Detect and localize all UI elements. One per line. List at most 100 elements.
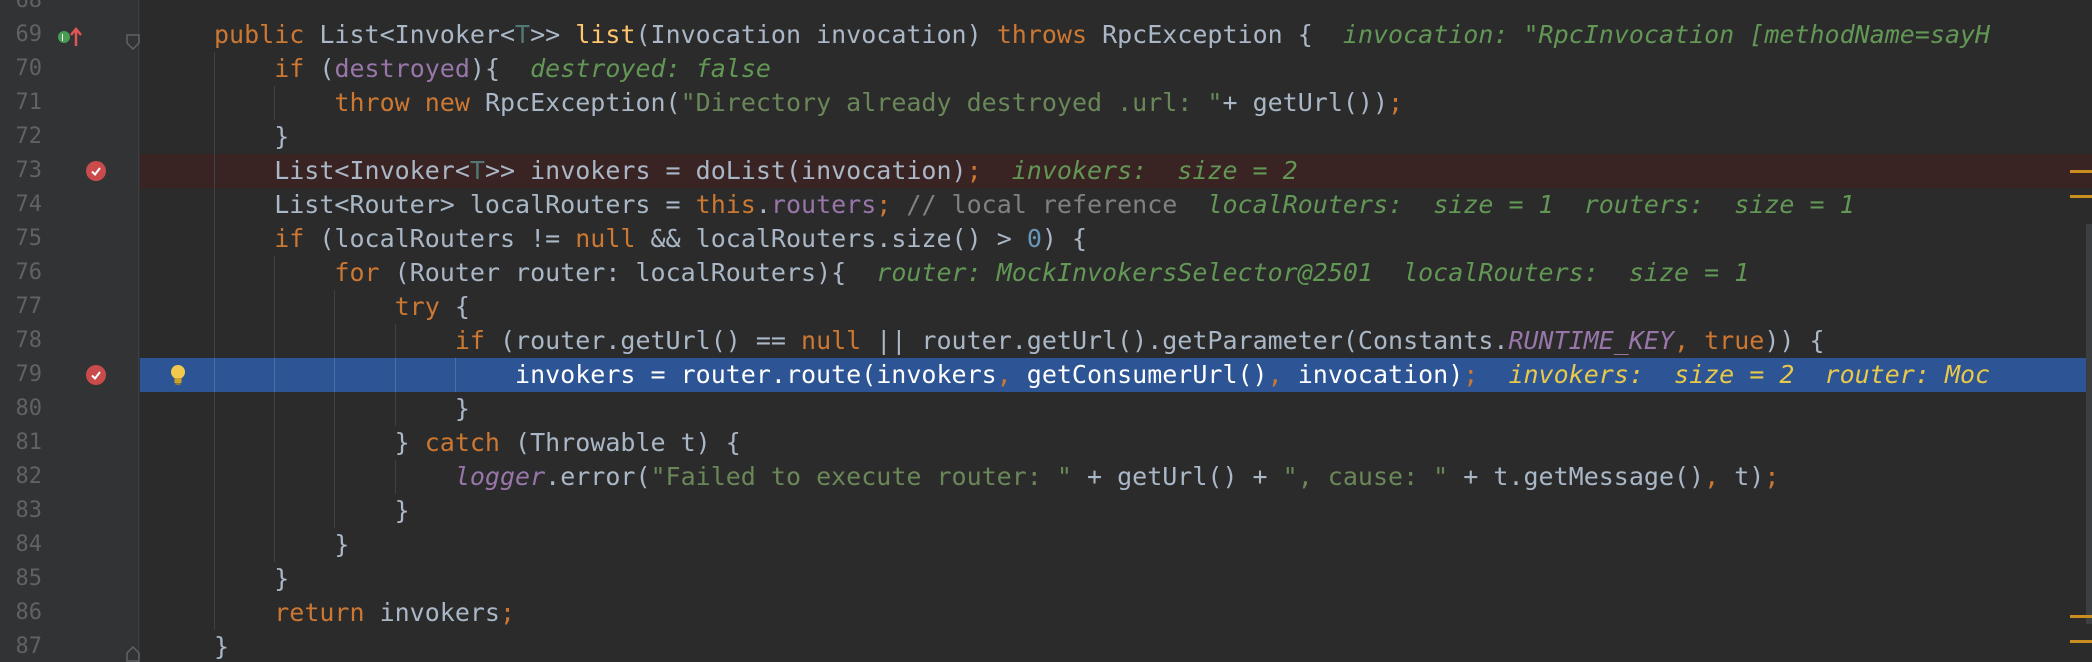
code-token: "Directory already destroyed .url: " <box>680 88 1223 117</box>
indent-guide <box>334 494 336 528</box>
code-line[interactable]: 83 } <box>0 494 2092 528</box>
error-stripe-marker[interactable] <box>2070 615 2092 618</box>
code-line[interactable]: 85 } <box>0 562 2092 596</box>
line-number[interactable]: 86 <box>6 596 43 630</box>
code-token: routers <box>770 190 877 219</box>
indent-guide <box>274 392 276 426</box>
code-line[interactable]: 86 return invokers; <box>0 596 2092 630</box>
code-line[interactable]: 77 try { <box>0 290 2092 324</box>
code-text[interactable]: if (destroyed){ destroyed: false <box>214 52 771 86</box>
override-method-icon[interactable]: I <box>56 25 88 54</box>
code-text[interactable]: } catch (Throwable t) { <box>214 426 741 460</box>
line-number[interactable]: 73 <box>6 154 43 188</box>
code-line[interactable]: 79 invokers = router.route(invokers, get… <box>0 358 2092 392</box>
vertical-scrollbar[interactable] <box>2086 224 2092 624</box>
code-token: RUNTIME_KEY <box>1508 326 1675 355</box>
line-number[interactable]: 69 <box>6 18 43 52</box>
fold-icon[interactable] <box>126 639 140 662</box>
code-text[interactable]: List<Invoker<T>> invokers = doList(invoc… <box>214 154 1298 188</box>
code-line[interactable]: 80 } <box>0 392 2092 426</box>
indent-guide <box>274 324 276 358</box>
code-token: } <box>214 530 350 559</box>
code-text[interactable]: return invokers; <box>214 596 515 630</box>
breakpoint-icon[interactable] <box>86 161 106 181</box>
code-token: } <box>214 632 230 661</box>
error-stripe-marker[interactable] <box>2070 195 2092 198</box>
code-text[interactable]: if (router.getUrl() == null || router.ge… <box>214 324 1825 358</box>
error-stripe-marker[interactable] <box>2070 170 2092 173</box>
code-text[interactable]: } <box>214 562 289 596</box>
code-text[interactable]: throw new RpcException("Directory alread… <box>214 86 1403 120</box>
line-number[interactable]: 83 <box>6 494 43 528</box>
line-number[interactable]: 71 <box>6 86 43 120</box>
indent-guide <box>214 596 215 630</box>
indent-guide <box>274 256 276 290</box>
code-line[interactable]: 75 if (localRouters != null && localRout… <box>0 222 2092 256</box>
code-line[interactable]: 71 throw new RpcException("Directory alr… <box>0 86 2092 120</box>
line-number[interactable]: 70 <box>6 52 43 86</box>
line-number[interactable]: 81 <box>6 426 43 460</box>
indent-guide <box>394 358 396 392</box>
code-token: t) <box>1734 462 1765 491</box>
code-line[interactable]: 70 if (destroyed){ destroyed: false <box>0 52 2092 86</box>
code-text[interactable]: try { <box>214 290 470 324</box>
line-number[interactable]: 80 <box>6 392 43 426</box>
indent-guide <box>214 528 215 562</box>
code-token: . <box>755 190 771 219</box>
code-line[interactable]: 74 List<Router> localRouters = this.rout… <box>0 188 2092 222</box>
code-text[interactable]: public List<Invoker<T>> list(Invocation … <box>214 18 1990 52</box>
line-number[interactable]: 74 <box>6 188 43 222</box>
code-token: 0 <box>1026 224 1042 253</box>
code-line[interactable]: 87} <box>0 630 2092 662</box>
code-token: this <box>695 190 756 219</box>
code-token: ; <box>1764 462 1780 491</box>
code-line[interactable]: 78 if (router.getUrl() == null || router… <box>0 324 2092 358</box>
line-number[interactable]: 85 <box>6 562 43 596</box>
intention-bulb-icon[interactable] <box>168 363 188 387</box>
code-text[interactable]: } <box>214 120 289 154</box>
line-number[interactable]: 68 <box>6 0 43 18</box>
code-token: RpcException( <box>484 88 681 117</box>
line-number[interactable]: 75 <box>6 222 43 256</box>
code-token: catch <box>424 428 516 457</box>
code-text[interactable]: } <box>214 392 470 426</box>
code-line[interactable]: 76 for (Router router: localRouters){ ro… <box>0 256 2092 290</box>
indent-guide <box>334 324 336 358</box>
indent-guide <box>334 426 336 460</box>
code-token: + getUrl()) <box>1222 88 1389 117</box>
line-number[interactable]: 78 <box>6 324 43 358</box>
code-text[interactable]: } <box>214 528 349 562</box>
error-stripe-marker[interactable] <box>2070 640 2092 643</box>
line-number[interactable]: 87 <box>6 630 43 662</box>
code-text[interactable]: invokers = router.route(invokers, getCon… <box>214 358 1990 392</box>
code-line[interactable]: 73 List<Invoker<T>> invokers = doList(in… <box>0 154 2092 188</box>
code-editor[interactable]: 68 69 Ipublic List<Invoker<T>> list(Invoca… <box>0 0 2092 662</box>
line-number[interactable]: 84 <box>6 528 43 562</box>
code-line[interactable]: 68 <box>0 0 2092 18</box>
code-text[interactable]: for (Router router: localRouters){ route… <box>214 256 1749 290</box>
code-line[interactable]: 84 } <box>0 528 2092 562</box>
line-number[interactable]: 82 <box>6 460 43 494</box>
indent-guide <box>274 290 276 324</box>
code-token: ", cause: " <box>1282 462 1449 491</box>
line-number[interactable]: 79 <box>6 358 43 392</box>
code-text[interactable]: } <box>214 494 410 528</box>
line-number[interactable]: 76 <box>6 256 43 290</box>
indent-guide <box>214 562 215 596</box>
code-text[interactable]: } <box>214 630 229 662</box>
line-number[interactable]: 77 <box>6 290 43 324</box>
breakpoint-icon[interactable] <box>86 365 106 385</box>
code-text[interactable]: logger.error("Failed to execute router: … <box>214 460 1780 494</box>
fold-icon[interactable] <box>126 27 140 51</box>
indent-guide <box>214 426 215 460</box>
line-number[interactable]: 72 <box>6 120 43 154</box>
code-token: ){ <box>469 54 531 83</box>
code-line[interactable]: 69 Ipublic List<Invoker<T>> list(Invocati… <box>0 18 2092 52</box>
indent-guide <box>334 392 336 426</box>
code-text[interactable]: if (localRouters != null && localRouters… <box>214 222 1087 256</box>
code-line[interactable]: 81 } catch (Throwable t) { <box>0 426 2092 460</box>
code-line[interactable]: 82 logger.error("Failed to execute route… <box>0 460 2092 494</box>
code-text[interactable]: List<Router> localRouters = this.routers… <box>214 188 1854 222</box>
code-line[interactable]: 72 } <box>0 120 2092 154</box>
code-token: (router.getUrl() == <box>499 326 802 355</box>
